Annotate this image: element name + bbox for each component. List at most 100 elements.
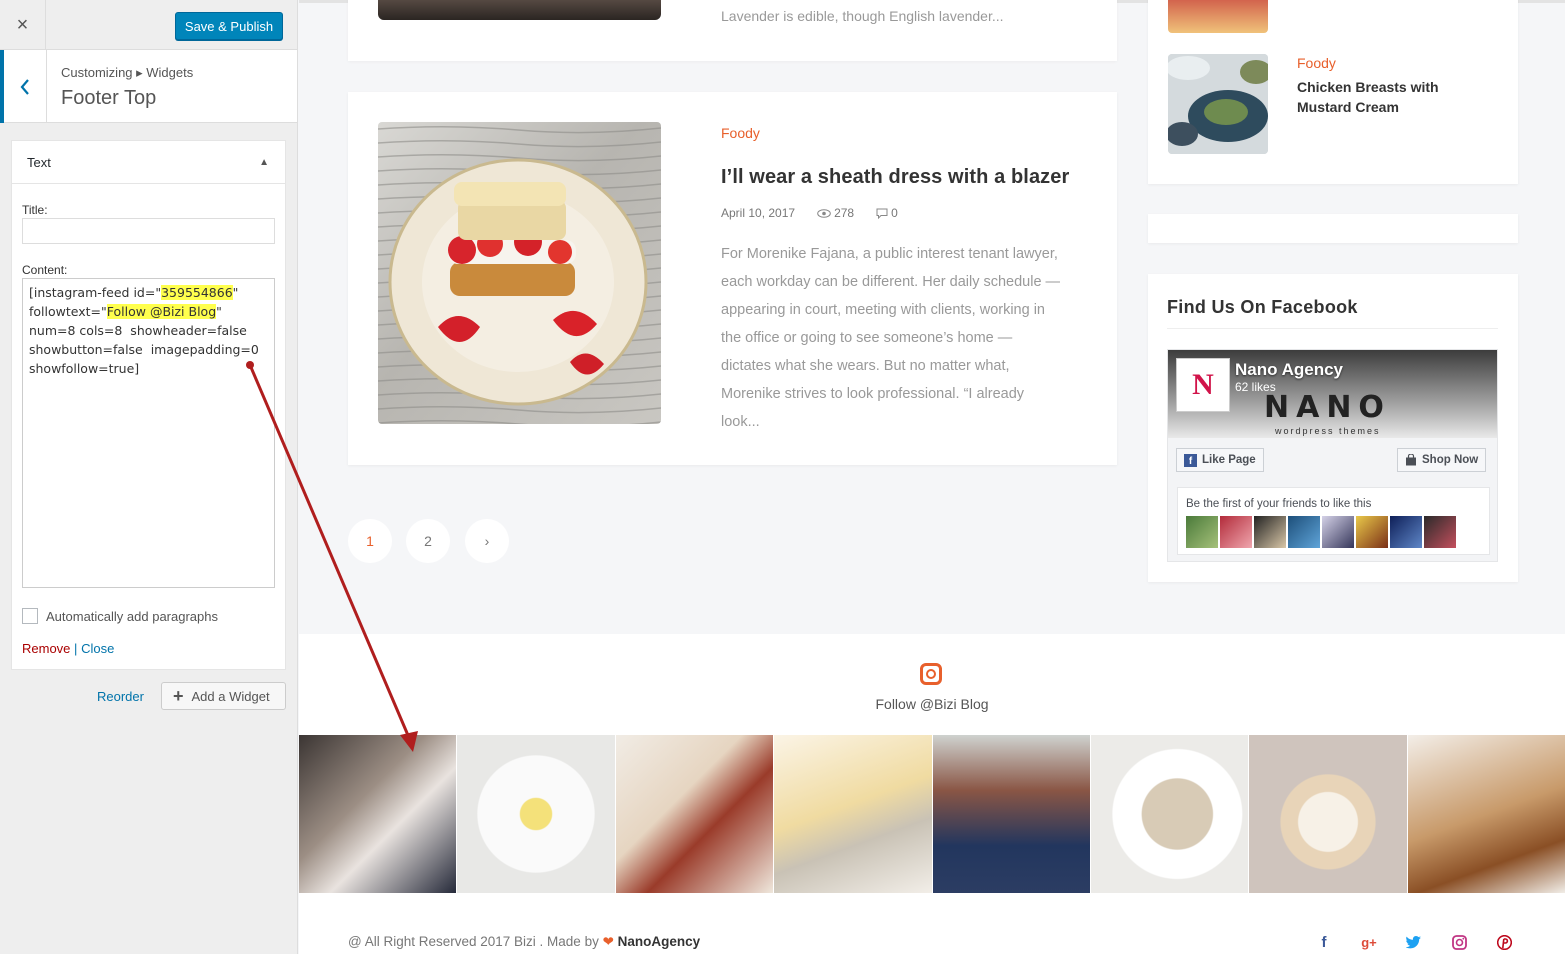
avatar[interactable] [1424, 516, 1456, 548]
recent-post-category[interactable]: Foody [1297, 55, 1336, 71]
avatar[interactable] [1220, 516, 1252, 548]
auto-paragraphs-label: Automatically add paragraphs [46, 608, 218, 624]
pinterest-icon[interactable] [1495, 933, 1513, 951]
avatar[interactable] [1390, 516, 1422, 548]
auto-paragraphs-checkbox[interactable] [22, 608, 38, 624]
views-meta: 278 [817, 206, 854, 220]
post-excerpt: For Morenike Fajana, a public interest t… [721, 246, 1061, 430]
back-chevron-icon[interactable] [0, 50, 47, 123]
title-label: Title: [22, 203, 48, 217]
reorder-link[interactable]: Reorder [97, 689, 144, 704]
section-title: Footer Top [61, 87, 157, 109]
content-textarea[interactable]: [instagram-feed id="359554866" followtex… [22, 278, 275, 588]
post-thumbnail[interactable] [378, 122, 661, 424]
instagram-feed [299, 735, 1565, 893]
post-card: Foody I’ll wear a sheath dress with a bl… [348, 92, 1117, 465]
facebook-icon[interactable]: f [1315, 933, 1333, 951]
comments-count: 0 [891, 206, 898, 220]
recent-post-thumbnail[interactable] [1168, 54, 1268, 154]
instagram-photo[interactable] [1091, 735, 1249, 893]
facebook-page-plugin: N Nano Agency 62 likes NANO wordpress th… [1167, 349, 1498, 562]
agency-link[interactable]: NanoAgency [618, 934, 701, 949]
shopping-bag-icon [1406, 454, 1416, 466]
instagram-icon[interactable] [920, 663, 942, 685]
like-page-label: Like Page [1202, 454, 1256, 466]
plus-icon: + [173, 685, 184, 706]
auto-paragraphs-row: Automatically add paragraphs [22, 608, 218, 624]
collapse-arrow-icon[interactable]: ▲ [259, 157, 269, 168]
page-2-button[interactable]: 2 [406, 519, 450, 563]
recent-posts-widget: Foody Chicken Breasts with Mustard Cream [1148, 0, 1518, 184]
recent-post-thumbnail[interactable] [1168, 0, 1268, 33]
instagram-photo[interactable] [1408, 735, 1565, 893]
widget-name: Text [27, 154, 51, 170]
avatar[interactable] [1254, 516, 1286, 548]
avatar[interactable] [1288, 516, 1320, 548]
instagram-follow-text[interactable]: Follow @Bizi Blog [299, 696, 1565, 712]
add-widget-button[interactable]: + Add a Widget [161, 682, 286, 710]
site-preview: Lavender is edible, though English laven… [299, 0, 1565, 954]
social-links: f g+ [1315, 933, 1513, 951]
comment-icon [876, 208, 888, 219]
instagram-icon[interactable] [1450, 933, 1468, 951]
nano-logo[interactable]: N [1176, 358, 1230, 412]
save-publish-button[interactable]: Save & Publish [175, 12, 283, 40]
content-highlight-follow: Follow @Bizi Blog [106, 304, 217, 319]
content-label: Content: [22, 263, 68, 277]
post-title[interactable]: I’ll wear a sheath dress with a blazer [721, 166, 1069, 189]
next-page-button[interactable]: › [465, 519, 509, 563]
divider [1167, 328, 1498, 329]
instagram-photo[interactable] [933, 735, 1091, 893]
views-count: 278 [834, 206, 855, 220]
comments-meta: 0 [876, 206, 898, 220]
close-icon[interactable]: × [0, 0, 46, 50]
instagram-photo[interactable] [616, 735, 774, 893]
instagram-photo[interactable] [457, 735, 616, 893]
previous-post-card: Lavender is edible, though English laven… [348, 0, 1117, 61]
instagram-photo[interactable] [1249, 735, 1408, 893]
copyright: @ All Right Reserved 2017 Bizi . Made by… [348, 934, 700, 950]
facebook-icon: f [1184, 453, 1197, 467]
previous-post-image[interactable] [378, 0, 661, 20]
page-1-button[interactable]: 1 [348, 519, 392, 563]
separator: | [74, 641, 78, 656]
avatar[interactable] [1322, 516, 1354, 548]
previous-post-excerpt: Lavender is edible, though English laven… [721, 8, 1004, 24]
add-widget-label: Add a Widget [191, 688, 270, 704]
friends-text: Be the first of your friends to like thi… [1186, 498, 1372, 510]
empty-widget [1148, 214, 1518, 243]
avatar[interactable] [1356, 516, 1388, 548]
post-date: April 10, 2017 [721, 206, 796, 220]
shop-now-label: Shop Now [1422, 454, 1479, 466]
footer-top: Follow @Bizi Blog [299, 634, 1565, 735]
recent-post-title[interactable]: Chicken Breasts with Mustard Cream [1297, 77, 1457, 117]
post-meta: April 10, 2017 278 0 [721, 206, 898, 220]
cover-brand-subtitle: wordpress themes [1275, 426, 1381, 436]
like-page-button[interactable]: f Like Page [1176, 448, 1264, 472]
instagram-photo[interactable] [299, 735, 457, 893]
post-category[interactable]: Foody [721, 125, 760, 141]
widget-header[interactable]: Text ▲ [12, 141, 285, 184]
shop-now-button[interactable]: Shop Now [1397, 448, 1487, 472]
google-plus-icon[interactable]: g+ [1360, 933, 1378, 951]
remove-link[interactable]: Remove [22, 641, 70, 656]
breadcrumb: Customizing ▸ Widgets [61, 65, 194, 80]
cover-brand-text: NANO [1264, 390, 1391, 425]
footer-bottom: @ All Right Reserved 2017 Bizi . Made by… [299, 893, 1565, 954]
close-link[interactable]: Close [81, 641, 114, 656]
facebook-friends-box: Be the first of your friends to like thi… [1177, 487, 1490, 555]
customizer-header: × Save & Publish [0, 0, 297, 50]
facebook-widget: Find Us On Facebook N Nano Agency 62 lik… [1148, 274, 1518, 582]
section-header: Customizing ▸ Widgets Footer Top [0, 50, 297, 123]
friend-avatars [1186, 516, 1456, 548]
instagram-photo[interactable] [774, 735, 933, 893]
title-input[interactable] [22, 218, 275, 244]
avatar[interactable] [1186, 516, 1218, 548]
copyright-text: @ All Right Reserved 2017 Bizi . Made by [348, 934, 599, 949]
content-highlight-id: 359554866 [161, 285, 233, 300]
twitter-icon[interactable] [1405, 933, 1423, 951]
facebook-page-name[interactable]: Nano Agency [1235, 360, 1343, 380]
eye-icon [817, 208, 831, 218]
facebook-cover[interactable]: N Nano Agency 62 likes NANO wordpress th… [1168, 350, 1497, 438]
text-widget: Text ▲ Title: Content: [instagram-feed i… [11, 140, 286, 670]
